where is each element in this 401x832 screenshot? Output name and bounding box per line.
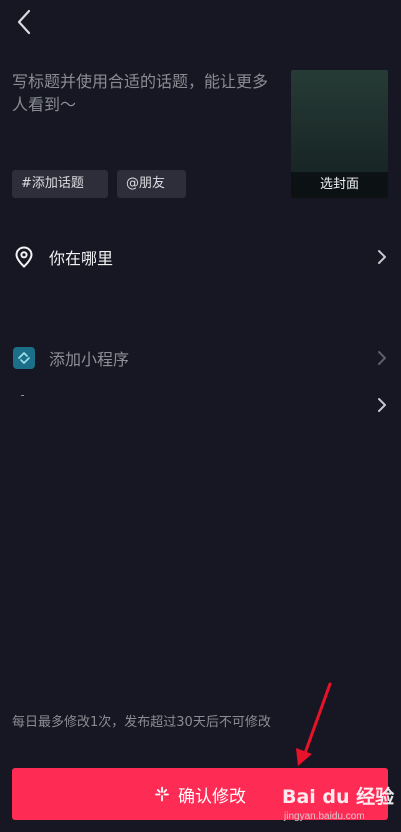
more-settings-row[interactable] [0,383,401,427]
location-label: 你在哪里 [49,249,114,268]
baidu-watermark: Bai du 经验 jingyan.baidu.com [282,782,398,828]
add-topic-button[interactable]: #添加话题 [12,170,108,198]
edit-limit-note: 每日最多修改1次，发布超过30天后不可修改 [12,715,271,730]
red-arrow-annotation [296,682,332,766]
mini-program-icon [12,346,36,370]
watermark-brand: Bai du 经验 [282,786,395,808]
chevron-right-icon [375,395,389,415]
chevron-left-icon [17,9,31,35]
mention-friend-button[interactable]: @朋友 [117,170,186,198]
chevron-right-icon [375,348,389,368]
chevron-right-icon [375,247,389,267]
mini-program-label: 添加小程序 [49,350,130,369]
mini-program-row[interactable]: 添加小程序 [0,336,401,380]
cover-selector[interactable]: 选封面 [291,70,388,198]
confirm-edit-label: 确认修改 [178,786,246,807]
watermark-url: jingyan.baidu.com [284,811,365,822]
caption-input[interactable]: 写标题并使用合适的话题，能让更多人看到～ [12,70,277,116]
sparkle-icon [154,786,170,802]
cover-label: 选封面 [291,172,388,198]
location-row[interactable]: 你在哪里 [0,235,401,279]
location-pin-icon [12,245,36,269]
back-button[interactable] [10,8,38,36]
